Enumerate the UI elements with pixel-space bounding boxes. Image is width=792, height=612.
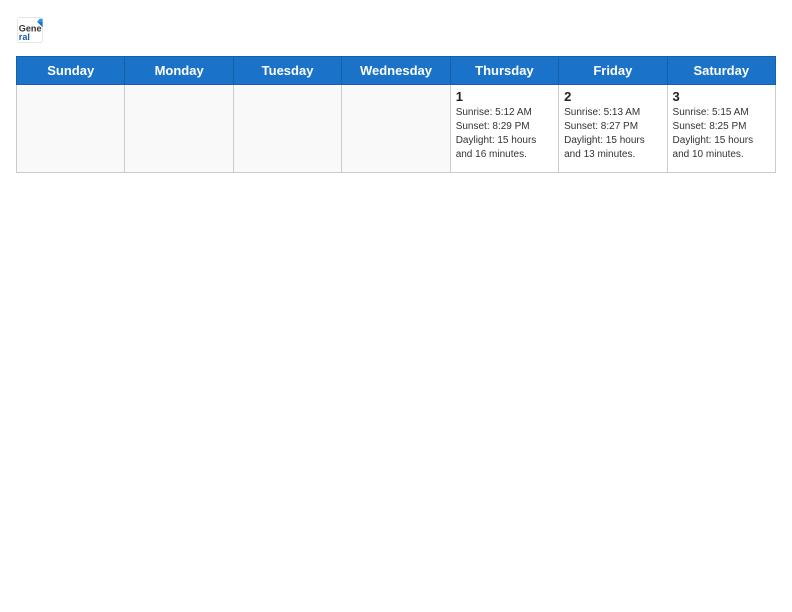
logo-icon: Gene ral: [16, 16, 44, 44]
day-of-week-header: Saturday: [667, 57, 775, 85]
day-of-week-header: Monday: [125, 57, 233, 85]
page-header: Gene ral: [16, 16, 776, 44]
day-of-week-header: Wednesday: [342, 57, 450, 85]
day-number: 1: [456, 89, 553, 104]
day-number: 3: [673, 89, 770, 104]
logo: Gene ral: [16, 16, 48, 44]
calendar-cell: 1 Sunrise: 5:12 AM Sunset: 8:29 PM Daylig…: [450, 85, 558, 173]
calendar-cell: 2 Sunrise: 5:13 AM Sunset: 8:27 PM Daylig…: [559, 85, 667, 173]
day-info: Sunrise: 5:13 AM Sunset: 8:27 PM Dayligh…: [564, 106, 661, 162]
calendar-cell: [17, 85, 125, 173]
calendar-cell: [125, 85, 233, 173]
calendar-cell: [233, 85, 341, 173]
day-info: Sunrise: 5:12 AM Sunset: 8:29 PM Dayligh…: [456, 106, 553, 162]
day-of-week-header: Tuesday: [233, 57, 341, 85]
day-of-week-header: Thursday: [450, 57, 558, 85]
calendar-table: SundayMondayTuesdayWednesdayThursdayFrid…: [16, 56, 776, 173]
calendar-cell: [342, 85, 450, 173]
day-number: 2: [564, 89, 661, 104]
day-of-week-header: Friday: [559, 57, 667, 85]
day-info: Sunrise: 5:15 AM Sunset: 8:25 PM Dayligh…: [673, 106, 770, 162]
svg-text:ral: ral: [19, 32, 30, 42]
calendar-cell: 3 Sunrise: 5:15 AM Sunset: 8:25 PM Daylig…: [667, 85, 775, 173]
day-of-week-header: Sunday: [17, 57, 125, 85]
